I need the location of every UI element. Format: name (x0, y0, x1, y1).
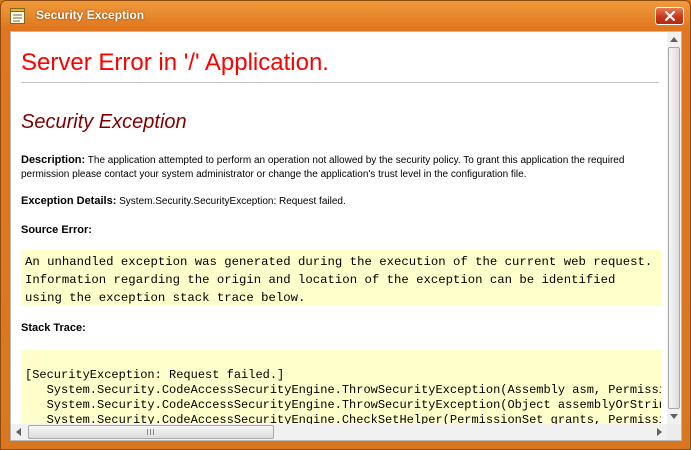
scroll-left-arrow-icon[interactable] (16, 428, 21, 436)
security-exception-window: Security Exception Server Error in '/' A… (0, 0, 691, 450)
scrollbar-corner (667, 424, 681, 440)
close-button[interactable] (655, 7, 684, 25)
description-label: Description: (21, 154, 86, 166)
stack-trace-line: System.Security.CodeAccessSecurityEngine… (46, 383, 661, 397)
source-error-label: Source Error: (21, 224, 92, 236)
description: Description: The application attempted t… (21, 153, 661, 182)
vertical-scrollbar[interactable] (667, 32, 681, 424)
page-title: Server Error in '/' Application. (21, 49, 329, 76)
horizontal-scroll-thumb[interactable] (28, 425, 274, 439)
scroll-grip-icon (146, 429, 156, 435)
window-title: Security Exception (36, 8, 145, 22)
stack-trace-box: [SecurityException: Request failed.] Sys… (21, 350, 661, 424)
description-text: The application attempted to perform an … (21, 155, 625, 180)
exception-heading: Security Exception (21, 111, 187, 133)
title-bar[interactable]: Security Exception (1, 1, 690, 31)
vertical-scroll-thumb[interactable] (668, 47, 680, 409)
scroll-up-arrow-icon[interactable] (670, 37, 678, 42)
exception-details: Exception Details: System.Security.Secur… (21, 195, 346, 207)
error-page: Server Error in '/' Application. Securit… (11, 32, 667, 424)
stack-trace-line: System.Security.CodeAccessSecurityEngine… (46, 413, 661, 424)
notepad-icon (10, 8, 25, 24)
scroll-down-arrow-icon[interactable] (670, 414, 678, 419)
stack-trace-label: Stack Trace: (21, 322, 86, 334)
stack-trace-line: System.Security.CodeAccessSecurityEngine… (46, 398, 661, 412)
divider (21, 82, 659, 83)
scroll-right-arrow-icon[interactable] (657, 428, 662, 436)
source-error-box: An unhandled exception was generated dur… (21, 250, 661, 306)
close-icon (664, 11, 675, 21)
exception-details-label: Exception Details: (21, 195, 117, 207)
stack-trace-line: [SecurityException: Request failed.] (25, 368, 285, 382)
exception-details-text: System.Security.SecurityException: Reque… (119, 196, 346, 207)
browser-content: Server Error in '/' Application. Securit… (10, 31, 682, 441)
horizontal-scrollbar[interactable] (11, 424, 667, 440)
